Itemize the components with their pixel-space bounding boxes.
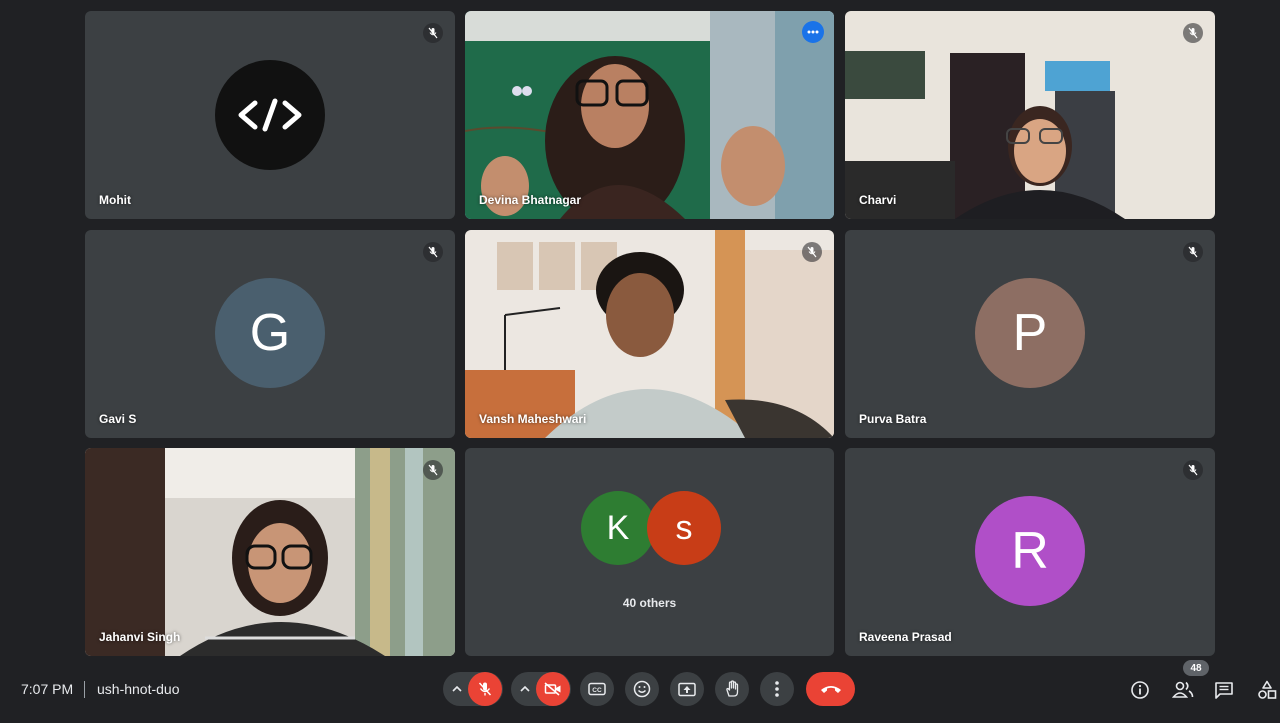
- avatar: K: [581, 491, 655, 565]
- chat-icon: [1215, 682, 1233, 699]
- participant-tile-mohit[interactable]: Mohit: [85, 11, 455, 219]
- svg-text:CC: CC: [592, 687, 602, 694]
- participant-name: Charvi: [859, 193, 897, 207]
- people-count-badge: 48: [1183, 660, 1209, 676]
- people-button[interactable]: [1170, 677, 1196, 703]
- mic-off-icon: [423, 23, 443, 43]
- code-logo-avatar: [215, 60, 325, 170]
- more-options-icon[interactable]: [802, 21, 824, 43]
- activities-button[interactable]: [1254, 677, 1280, 703]
- participant-name: Gavi S: [99, 412, 137, 426]
- call-end-icon: [820, 686, 841, 693]
- mic-off-button[interactable]: [468, 672, 502, 706]
- mic-off-icon: [423, 460, 443, 480]
- participant-name: Purva Batra: [859, 412, 927, 426]
- hand-icon: [726, 680, 739, 697]
- raise-hand-button[interactable]: [715, 672, 749, 706]
- people-icon: [1172, 681, 1194, 698]
- chat-button[interactable]: [1211, 677, 1237, 703]
- avatar: R: [975, 496, 1085, 606]
- emoji-icon: [633, 680, 651, 698]
- info-icon: [1131, 681, 1149, 699]
- others-avatars: K s: [465, 491, 834, 567]
- participant-name: Raveena Prasad: [859, 630, 952, 644]
- video-feed: [85, 448, 455, 656]
- mic-off-icon: [1183, 460, 1203, 480]
- camera-off-icon: [544, 682, 561, 696]
- meeting-code: ush-hnot-duo: [97, 681, 180, 697]
- camera-off-button[interactable]: [536, 672, 570, 706]
- others-tile[interactable]: K s 40 others: [465, 448, 834, 656]
- participant-tile-charvi[interactable]: Charvi: [845, 11, 1215, 219]
- mic-options-chevron-icon[interactable]: [444, 672, 470, 706]
- more-options-button[interactable]: [760, 672, 794, 706]
- clock: 7:07 PM: [21, 681, 74, 697]
- participant-tile-purva[interactable]: P Purva Batra: [845, 230, 1215, 438]
- mic-off-icon: [423, 242, 443, 262]
- video-feed: [465, 11, 834, 219]
- bottom-toolbar: 7:07 PM ush-hnot-duo CC 48: [0, 660, 1280, 723]
- mic-off-icon: [1183, 242, 1203, 262]
- participant-name: Jahanvi Singh: [99, 630, 181, 644]
- participant-tile-devina[interactable]: Devina Bhatnagar: [465, 11, 834, 219]
- leave-call-button[interactable]: [806, 672, 855, 706]
- mic-off-icon: [1183, 23, 1203, 43]
- meet-window: Mohit Devina Bhatnagar Charvi G Gavi S V…: [0, 0, 1280, 723]
- emoji-reaction-button[interactable]: [625, 672, 659, 706]
- closed-captions-icon: CC: [588, 682, 606, 696]
- participant-tile-jahanvi[interactable]: Jahanvi Singh: [85, 448, 455, 656]
- meeting-details-button[interactable]: [1127, 677, 1153, 703]
- more-vert-icon: [775, 681, 779, 697]
- avatar: P: [975, 278, 1085, 388]
- captions-button[interactable]: CC: [580, 672, 614, 706]
- present-screen-button[interactable]: [670, 672, 704, 706]
- mic-off-icon: [802, 242, 822, 262]
- avatar: G: [215, 278, 325, 388]
- divider: [84, 681, 85, 698]
- video-feed: [845, 11, 1215, 219]
- participant-name: Devina Bhatnagar: [479, 193, 582, 207]
- shapes-icon: [1258, 680, 1277, 699]
- code-icon: [238, 98, 302, 132]
- participant-tile-gavi[interactable]: G Gavi S: [85, 230, 455, 438]
- video-feed: [465, 230, 834, 438]
- participant-tile-vansh[interactable]: Vansh Maheshwari: [465, 230, 834, 438]
- participant-name: Mohit: [99, 193, 131, 207]
- participant-name: Vansh Maheshwari: [479, 412, 587, 426]
- present-icon: [678, 682, 696, 696]
- camera-options-chevron-icon[interactable]: [512, 672, 538, 706]
- mic-off-icon: [478, 682, 492, 696]
- others-count-label: 40 others: [622, 596, 677, 610]
- participant-tile-raveena[interactable]: R Raveena Prasad: [845, 448, 1215, 656]
- avatar: s: [647, 491, 721, 565]
